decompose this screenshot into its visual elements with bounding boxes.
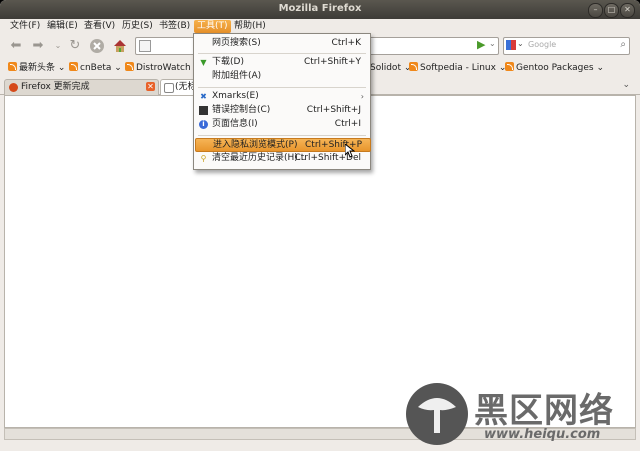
menu-bar: 文件(F) 编辑(E) 查看(V) 历史(S) 书签(B) 工具(T) 帮助(H… — [0, 19, 640, 33]
firefox-icon — [9, 83, 18, 92]
menu-item-web-search[interactable]: 网页搜索(S) Ctrl+K — [195, 37, 369, 50]
download-icon: ▼ — [200, 58, 207, 67]
history-dropdown-icon[interactable]: ⌄ — [50, 38, 66, 54]
search-icon[interactable]: ⌕ — [620, 39, 626, 50]
minimize-button[interactable]: – — [588, 3, 603, 18]
close-window-button[interactable]: ✕ — [620, 3, 635, 18]
watermark-url: www.heiqu.com — [484, 427, 601, 442]
home-icon[interactable] — [112, 38, 128, 54]
menu-item-downloads[interactable]: ▼ 下载(D) Ctrl+Shift+Y — [195, 56, 369, 69]
bookmark-folder[interactable]: Gentoo Packages ⌄ — [505, 62, 604, 75]
menu-bookmarks[interactable]: 书签(B) — [156, 20, 193, 33]
bookmark-folder[interactable]: Softpedia - Linux ⌄ — [409, 62, 506, 75]
title-bar[interactable]: Mozilla Firefox – □ ✕ — [0, 0, 640, 19]
tab-firefox-updated[interactable]: Firefox 更新完成 ✕ — [4, 79, 159, 95]
bookmark-folder[interactable]: Solidot ⌄ — [370, 62, 411, 75]
menu-item-error-console[interactable]: 错误控制台(C) Ctrl+Shift+J — [195, 104, 369, 117]
watermark: 黑区网络 www.heiqu.com — [404, 381, 640, 451]
console-icon — [199, 106, 208, 115]
window-title: Mozilla Firefox — [278, 3, 362, 14]
watermark-text: 黑区网络 — [474, 391, 614, 431]
mouse-cursor-icon — [345, 144, 355, 158]
reload-icon[interactable]: ↻ — [67, 38, 83, 54]
list-all-tabs-icon[interactable]: ⌄ — [622, 80, 630, 90]
maximize-button[interactable]: □ — [604, 3, 619, 18]
broom-icon: ⚲ — [200, 154, 207, 163]
url-dropdown-icon[interactable]: ⌄ — [489, 39, 496, 48]
menu-tools[interactable]: 工具(T) — [194, 20, 231, 33]
go-icon[interactable]: ▶ — [477, 38, 485, 51]
bookmark-folder[interactable]: cnBeta ⌄ — [69, 62, 122, 75]
menu-separator — [198, 135, 366, 136]
rss-icon — [409, 62, 418, 71]
engine-dropdown-icon[interactable]: ⌄ — [517, 39, 524, 48]
close-tab-icon[interactable]: ✕ — [146, 82, 155, 91]
firefox-window: Mozilla Firefox – □ ✕ 文件(F) 编辑(E) 查看(V) … — [0, 0, 640, 451]
rss-icon — [125, 62, 134, 71]
stop-icon[interactable] — [89, 38, 105, 54]
bookmark-folder[interactable]: DistroWatch — [125, 62, 191, 75]
menu-item-page-info[interactable]: i 页面信息(I) Ctrl+I — [195, 118, 369, 131]
search-placeholder: Google — [528, 40, 557, 49]
info-icon: i — [199, 120, 208, 129]
google-engine-icon[interactable] — [506, 40, 516, 50]
rss-icon — [8, 62, 17, 71]
menu-separator — [198, 87, 366, 88]
forward-icon[interactable]: ➡ — [30, 38, 46, 54]
menu-file[interactable]: 文件(F) — [7, 20, 43, 33]
menu-history[interactable]: 历史(S) — [119, 20, 156, 33]
back-icon[interactable]: ⬅ — [8, 38, 24, 54]
menu-help[interactable]: 帮助(H) — [231, 20, 269, 33]
search-input[interactable]: ⌄ Google ⌕ — [503, 37, 630, 55]
menu-view[interactable]: 查看(V) — [81, 20, 118, 33]
bookmark-folder[interactable]: 最新头条 ⌄ — [8, 62, 65, 75]
tab-label: Firefox 更新完成 — [21, 82, 90, 92]
watermark-logo-icon — [406, 383, 468, 445]
page-icon — [139, 40, 151, 52]
page-icon — [164, 83, 174, 93]
menu-item-addons[interactable]: 附加组件(A) — [195, 70, 369, 83]
menu-item-xmarks[interactable]: ✖ Xmarks(E) › — [195, 90, 369, 103]
rss-icon — [505, 62, 514, 71]
rss-icon — [69, 62, 78, 71]
xmarks-icon: ✖ — [200, 92, 207, 101]
menu-edit[interactable]: 编辑(E) — [44, 20, 81, 33]
menu-item-clear-history[interactable]: ⚲ 清空最近历史记录(H)... Ctrl+Shift+Del — [195, 152, 369, 165]
menu-separator — [198, 53, 366, 54]
submenu-arrow-icon: › — [360, 92, 364, 101]
